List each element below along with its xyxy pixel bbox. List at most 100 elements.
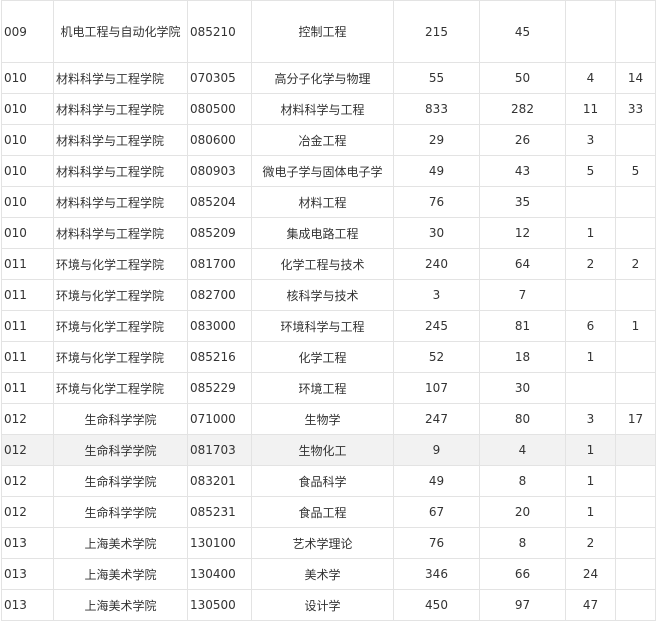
college-code-cell: 012 <box>1 403 54 435</box>
major-name-cell: 环境工程 <box>251 372 394 404</box>
count-cell-4: 14 <box>615 62 656 94</box>
count-cell-1: 9 <box>393 434 480 466</box>
major-name-cell: 生物化工 <box>251 434 394 466</box>
major-name-cell: 高分子化学与物理 <box>251 62 394 94</box>
major-code-cell: 083201 <box>187 465 252 497</box>
major-name-cell: 集成电路工程 <box>251 217 394 249</box>
college-code-cell: 010 <box>1 93 54 125</box>
college-code-cell: 010 <box>1 155 54 187</box>
count-cell-1: 245 <box>393 310 480 342</box>
count-cell-2: 7 <box>479 279 566 311</box>
count-cell-3: 1 <box>565 465 616 497</box>
major-code-cell: 080903 <box>187 155 252 187</box>
college-code-cell: 009 <box>1 0 54 63</box>
count-cell-1: 346 <box>393 558 480 590</box>
count-cell-3: 2 <box>565 248 616 280</box>
count-cell-3 <box>565 0 616 63</box>
major-code-cell: 085209 <box>187 217 252 249</box>
count-cell-4 <box>615 527 656 559</box>
table-row: 013 上海美术学院 130500 设计学 450 97 47 <box>1 589 656 621</box>
count-cell-1: 240 <box>393 248 480 280</box>
count-cell-2: 35 <box>479 186 566 218</box>
college-name-cell: 材料科学与工程学院 <box>53 155 188 187</box>
count-cell-4: 1 <box>615 310 656 342</box>
college-name-cell: 上海美术学院 <box>53 558 188 590</box>
count-cell-4 <box>615 558 656 590</box>
major-code-cell: 082700 <box>187 279 252 311</box>
table-row: 011 环境与化学工程学院 085229 环境工程 107 30 <box>1 372 656 404</box>
count-cell-4 <box>615 465 656 497</box>
count-cell-2: 26 <box>479 124 566 156</box>
count-cell-4 <box>615 0 656 63</box>
college-name-cell: 生命科学学院 <box>53 403 188 435</box>
count-cell-1: 55 <box>393 62 480 94</box>
college-name-cell: 环境与化学工程学院 <box>53 372 188 404</box>
count-cell-1: 67 <box>393 496 480 528</box>
major-name-cell: 化学工程 <box>251 341 394 373</box>
count-cell-4 <box>615 124 656 156</box>
college-name-cell: 材料科学与工程学院 <box>53 62 188 94</box>
college-name-cell: 材料科学与工程学院 <box>53 186 188 218</box>
count-cell-1: 49 <box>393 155 480 187</box>
major-name-cell: 冶金工程 <box>251 124 394 156</box>
college-code-cell: 011 <box>1 310 54 342</box>
count-cell-2: 64 <box>479 248 566 280</box>
count-cell-1: 29 <box>393 124 480 156</box>
count-cell-1: 3 <box>393 279 480 311</box>
count-cell-3: 3 <box>565 403 616 435</box>
count-cell-3: 1 <box>565 217 616 249</box>
college-code-cell: 010 <box>1 186 54 218</box>
college-code-cell: 012 <box>1 465 54 497</box>
major-code-cell: 080500 <box>187 93 252 125</box>
major-code-cell: 130400 <box>187 558 252 590</box>
count-cell-2: 80 <box>479 403 566 435</box>
count-cell-3: 11 <box>565 93 616 125</box>
count-cell-3: 1 <box>565 341 616 373</box>
college-name-cell: 材料科学与工程学院 <box>53 124 188 156</box>
major-name-cell: 控制工程 <box>251 0 394 63</box>
count-cell-1: 49 <box>393 465 480 497</box>
count-cell-1: 107 <box>393 372 480 404</box>
count-cell-3: 4 <box>565 62 616 94</box>
count-cell-2: 12 <box>479 217 566 249</box>
major-name-cell: 美术学 <box>251 558 394 590</box>
table-row: 011 环境与化学工程学院 085216 化学工程 52 18 1 <box>1 341 656 373</box>
college-name-cell: 机电工程与自动化学院 <box>53 0 188 63</box>
count-cell-2: 4 <box>479 434 566 466</box>
college-name-cell: 环境与化学工程学院 <box>53 341 188 373</box>
college-code-cell: 012 <box>1 496 54 528</box>
count-cell-4 <box>615 186 656 218</box>
count-cell-1: 30 <box>393 217 480 249</box>
major-name-cell: 设计学 <box>251 589 394 621</box>
major-name-cell: 生物学 <box>251 403 394 435</box>
college-code-cell: 011 <box>1 372 54 404</box>
major-name-cell: 材料工程 <box>251 186 394 218</box>
count-cell-4 <box>615 279 656 311</box>
major-code-cell: 130100 <box>187 527 252 559</box>
major-name-cell: 核科学与技术 <box>251 279 394 311</box>
major-code-cell: 080600 <box>187 124 252 156</box>
major-code-cell: 081703 <box>187 434 252 466</box>
count-cell-1: 76 <box>393 186 480 218</box>
table-row: 010 材料科学与工程学院 070305 高分子化学与物理 55 50 4 14 <box>1 62 656 94</box>
table-row: 013 上海美术学院 130400 美术学 346 66 24 <box>1 558 656 590</box>
count-cell-3: 2 <box>565 527 616 559</box>
count-cell-2: 18 <box>479 341 566 373</box>
table-row: 012 生命科学学院 083201 食品科学 49 8 1 <box>1 465 656 497</box>
major-name-cell: 食品科学 <box>251 465 394 497</box>
count-cell-2: 81 <box>479 310 566 342</box>
count-cell-3: 3 <box>565 124 616 156</box>
table-row: 011 环境与化学工程学院 082700 核科学与技术 3 7 <box>1 279 656 311</box>
count-cell-4 <box>615 372 656 404</box>
count-cell-3 <box>565 186 616 218</box>
major-code-cell: 071000 <box>187 403 252 435</box>
count-cell-4: 2 <box>615 248 656 280</box>
college-name-cell: 材料科学与工程学院 <box>53 217 188 249</box>
college-name-cell: 生命科学学院 <box>53 496 188 528</box>
major-code-cell: 070305 <box>187 62 252 94</box>
count-cell-4 <box>615 341 656 373</box>
table-row-highlighted: 012 生命科学学院 081703 生物化工 9 4 1 <box>1 434 656 466</box>
count-cell-2: 43 <box>479 155 566 187</box>
count-cell-2: 282 <box>479 93 566 125</box>
college-code-cell: 010 <box>1 124 54 156</box>
